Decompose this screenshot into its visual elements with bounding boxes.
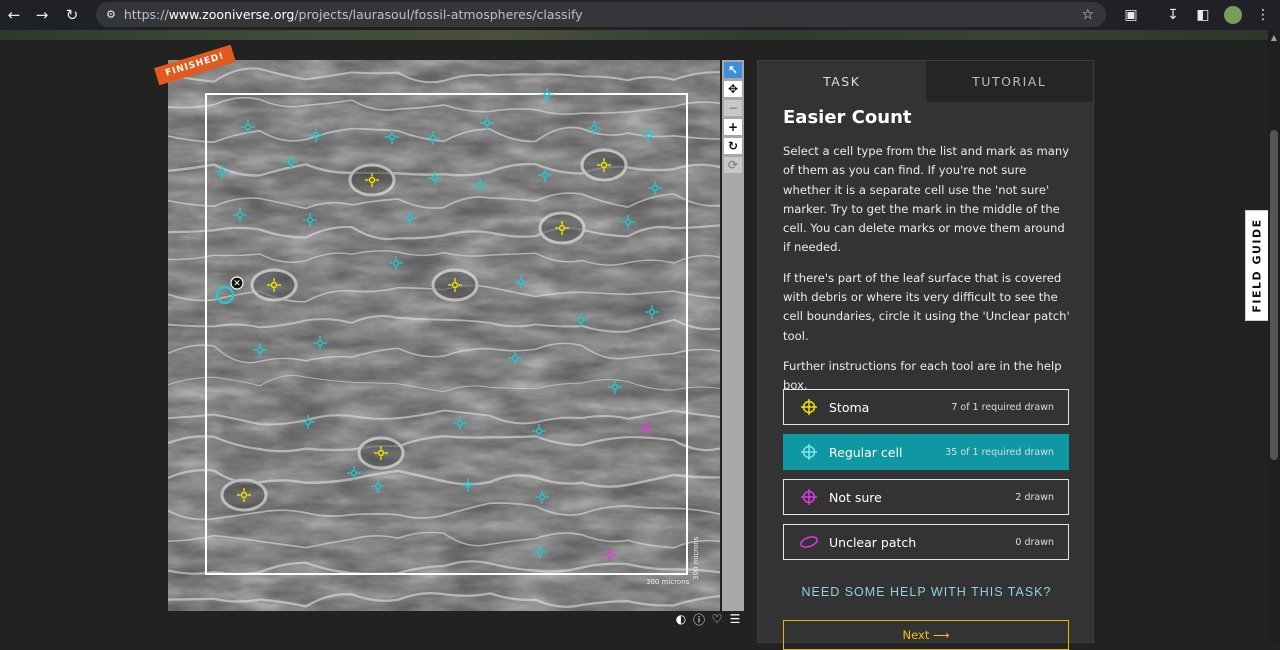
- back-icon[interactable]: ←: [0, 1, 28, 29]
- leaf-cuticle-texture: [168, 60, 720, 611]
- move-tool-button[interactable]: ✥: [724, 81, 742, 97]
- info-icon[interactable]: ⓘ: [692, 612, 706, 627]
- browser-toolbar: ← → ↻ ⚙ https://www.zooniverse.org/proje…: [0, 0, 1280, 30]
- stoma-outline: [250, 268, 298, 302]
- avatar[interactable]: [1220, 0, 1246, 30]
- crosshair-icon: [799, 442, 819, 462]
- crosshair-icon: [799, 487, 819, 507]
- collections-icon[interactable]: ☰: [728, 612, 742, 626]
- tool-count: 7 of 1 required drawn: [951, 401, 1054, 413]
- side-panel-icon[interactable]: ◧: [1190, 0, 1216, 30]
- stoma-outline: [357, 436, 405, 470]
- scroll-up-icon[interactable]: ▲: [1268, 32, 1280, 44]
- task-title: Easier Count: [783, 107, 912, 128]
- tool-label: Stoma: [829, 399, 870, 415]
- page-scrollbar[interactable]: ▲: [1268, 30, 1280, 643]
- download-icon[interactable]: ↧: [1160, 0, 1186, 30]
- ellipse-icon: [799, 532, 819, 552]
- scroll-thumb[interactable]: [1270, 130, 1278, 460]
- viewer-toolbar: ↖ ✥ − + ↻ ⟳: [722, 60, 744, 611]
- subject-svg[interactable]: 300 microns 300 microns ✕: [168, 60, 720, 611]
- help-link[interactable]: NEED SOME HELP WITH THIS TASK?: [758, 585, 1095, 599]
- scale-label: 300 microns: [646, 578, 690, 586]
- next-button[interactable]: Next ⟶: [783, 620, 1069, 650]
- tool-count: 0 drawn: [1015, 536, 1054, 548]
- favorite-heart-icon[interactable]: ♡: [710, 612, 724, 626]
- subject-meta-toolbar: ◐ ⓘ ♡ ☰: [674, 612, 742, 627]
- instruction-paragraph: Select a cell type from the list and mar…: [783, 144, 1070, 255]
- stoma-outline: [431, 268, 479, 302]
- delete-mark-button[interactable]: ✕: [230, 276, 244, 290]
- scale-label-vertical: 300 microns: [692, 536, 700, 580]
- task-instructions: Select a cell type from the list and mar…: [783, 142, 1071, 396]
- stoma-outline: [348, 163, 396, 197]
- subject-image[interactable]: 300 microns 300 microns ✕: [168, 60, 720, 611]
- project-banner: [0, 30, 1268, 40]
- menu-icon[interactable]: ⋮: [1250, 0, 1276, 30]
- tool-option-unclear-patch[interactable]: Unclear patch 0 drawn: [783, 524, 1069, 560]
- address-bar[interactable]: ⚙ https://www.zooniverse.org/projects/la…: [96, 2, 1106, 27]
- instruction-paragraph: If there's part of the leaf surface that…: [783, 270, 1070, 343]
- reset-button[interactable]: ⟳: [724, 157, 742, 173]
- crosshair-icon: [799, 397, 819, 417]
- task-panel: TASK TUTORIAL Easier Count Select a cell…: [757, 60, 1095, 650]
- url-text: https://www.zooniverse.org/projects/laur…: [123, 7, 583, 22]
- tool-option-regular-cell[interactable]: Regular cell 35 of 1 required drawn: [783, 434, 1069, 470]
- field-guide-label: FIELD GUIDE: [1251, 218, 1265, 313]
- tool-option-stoma[interactable]: Stoma 7 of 1 required drawn: [783, 389, 1069, 425]
- tool-label: Regular cell: [829, 444, 903, 460]
- tab-tutorial[interactable]: TUTORIAL: [925, 61, 1093, 102]
- rotate-button[interactable]: ↻: [724, 138, 742, 154]
- zoom-out-button[interactable]: −: [724, 100, 742, 116]
- tool-count: 35 of 1 required drawn: [945, 446, 1054, 458]
- tool-label: Unclear patch: [829, 534, 917, 550]
- svg-text:✕: ✕: [233, 279, 241, 289]
- invert-icon[interactable]: ◐: [674, 612, 688, 626]
- tool-option-not-sure[interactable]: Not sure 2 drawn: [783, 479, 1069, 515]
- zoom-in-button[interactable]: +: [724, 119, 742, 135]
- bookmark-star-icon[interactable]: ☆: [1081, 7, 1094, 23]
- task-tabs: TASK TUTORIAL: [758, 61, 1093, 102]
- extensions-icon[interactable]: ▣: [1118, 0, 1144, 30]
- site-settings-icon[interactable]: ⚙: [106, 8, 116, 21]
- stoma-outline: [580, 148, 628, 182]
- tool-count: 2 drawn: [1015, 491, 1054, 503]
- stoma-outline: [220, 478, 268, 512]
- tool-label: Not sure: [829, 489, 882, 505]
- reload-icon[interactable]: ↻: [58, 1, 86, 29]
- field-guide-tab[interactable]: FIELD GUIDE: [1245, 210, 1270, 321]
- pointer-tool-button[interactable]: ↖: [724, 62, 742, 78]
- stoma-outline: [538, 211, 586, 245]
- forward-icon[interactable]: →: [28, 1, 56, 29]
- tab-task[interactable]: TASK: [758, 61, 926, 102]
